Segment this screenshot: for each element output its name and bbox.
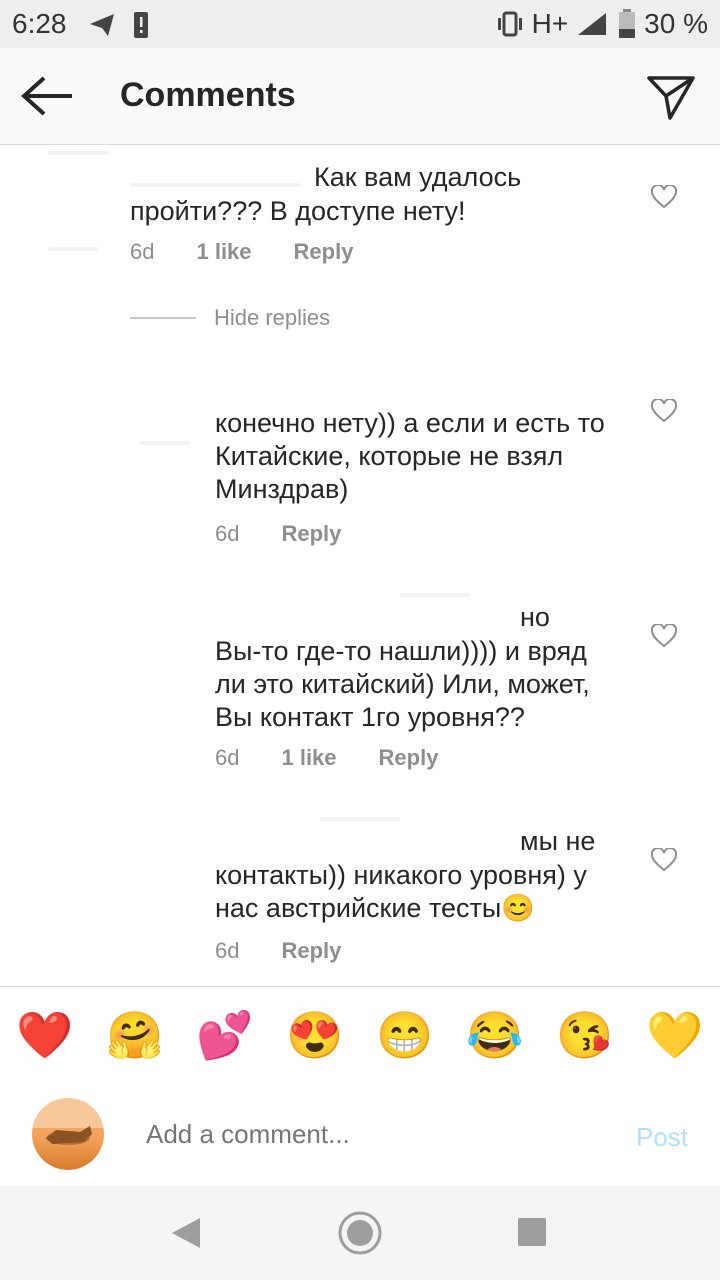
comment-text-tail: Как вам удалось [314, 162, 522, 192]
emoji-heart[interactable]: ❤️ [16, 1008, 73, 1063]
network-type: H+ [531, 8, 569, 39]
status-right: H+ 30 % [496, 8, 708, 40]
comment-text: контакты)) никакого уровня) у нас австри… [215, 860, 587, 923]
comment-meta: 6d Reply [215, 938, 341, 964]
like-heart-icon[interactable] [651, 399, 677, 423]
comments-list: Как вам удалось пройти??? В доступе нету… [0, 145, 720, 985]
blurred-avatar [140, 441, 190, 445]
comment-text: Вы-то где-то нашли)))) и вряд ли это кит… [215, 636, 590, 732]
reply-button[interactable]: Reply [281, 938, 341, 964]
avatar[interactable] [32, 1098, 104, 1170]
comment-time: 6d [215, 745, 240, 770]
comment-meta: 6d 1 like Reply [130, 239, 353, 265]
emoji-yellow-heart[interactable]: 💛 [646, 1008, 703, 1063]
status-bar: 6:28 H+ 30 % [0, 0, 720, 48]
battery-icon [619, 9, 636, 38]
emoji-quick-bar: ❤️ 🤗 💕 😍 😁 😂 😘 💛 [0, 986, 720, 1084]
comment-input[interactable] [144, 1118, 588, 1151]
telegram-icon [90, 14, 114, 36]
like-heart-icon[interactable] [651, 848, 677, 872]
hide-replies-toggle[interactable]: Hide replies [130, 305, 330, 331]
nav-home-icon[interactable] [337, 1210, 383, 1256]
comment-time: 6d [130, 239, 155, 264]
blurred-avatar [48, 151, 108, 155]
comment-time: 6d [215, 521, 240, 546]
reply-button[interactable]: Reply [294, 239, 354, 265]
status-time: 6:28 [12, 8, 67, 39]
status-left-icons [88, 10, 158, 45]
signal-icon [578, 13, 607, 35]
emoji-kiss[interactable]: 😘 [556, 1008, 613, 1063]
comment-meta: 6d Reply [215, 521, 341, 547]
comment-text: конечно нету)) а если и есть то Китайски… [215, 408, 605, 504]
send-icon[interactable] [646, 72, 696, 122]
reply-button[interactable]: Reply [379, 745, 439, 771]
blurred-username[interactable] [320, 817, 400, 821]
comment-text-tail: но [520, 602, 550, 632]
system-navigation-bar [0, 1186, 720, 1280]
blurred-username[interactable] [130, 183, 300, 187]
comment-composer: Post [0, 1082, 720, 1187]
battery-percent: 30 % [644, 8, 708, 39]
vibrate-icon [497, 11, 522, 37]
likes-count[interactable]: 1 like [196, 239, 251, 265]
like-heart-icon[interactable] [651, 624, 677, 648]
back-arrow-icon[interactable] [20, 74, 76, 118]
comment-time: 6d [215, 938, 240, 963]
emoji-grin[interactable]: 😁 [376, 1008, 433, 1063]
likes-count[interactable]: 1 like [281, 745, 336, 771]
comment-meta: 6d 1 like Reply [215, 745, 438, 771]
app-header: Comments [0, 48, 720, 145]
emoji-joy[interactable]: 😂 [466, 1008, 523, 1063]
reply-button[interactable]: Reply [281, 521, 341, 547]
post-button[interactable]: Post [636, 1122, 688, 1153]
nav-back-icon[interactable] [170, 1216, 202, 1250]
blurred-element [48, 247, 98, 251]
blurred-username[interactable] [400, 593, 470, 597]
nav-recents-icon[interactable] [517, 1217, 547, 1247]
page-title: Comments [120, 76, 296, 114]
divider [130, 317, 196, 319]
emoji-two-hearts[interactable]: 💕 [196, 1008, 253, 1063]
comment-text: пройти??? В доступе нету! [130, 196, 466, 226]
like-heart-icon[interactable] [651, 185, 677, 209]
emoji-hug[interactable]: 🤗 [106, 1008, 163, 1063]
comment-text-tail: мы не [520, 826, 596, 856]
hide-replies-label: Hide replies [214, 305, 331, 330]
emoji-heart-eyes[interactable]: 😍 [286, 1008, 343, 1063]
